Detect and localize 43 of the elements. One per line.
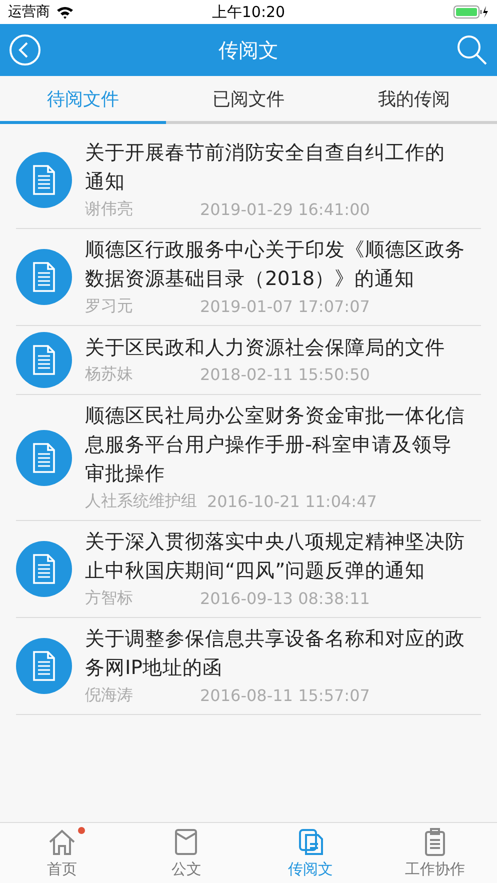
search-button[interactable] [455, 33, 489, 67]
document-title: 关于调整参保信息共享设备名称和对应的政 务网IP地址的函 [85, 626, 465, 681]
author-name: 倪海涛 [85, 684, 134, 706]
document-icon [16, 152, 72, 208]
battery-icon [453, 5, 489, 19]
document-icon [16, 638, 72, 694]
document-time: 2018-02-11 15:50:50 [200, 365, 370, 384]
document-row[interactable]: 关于调整参保信息共享设备名称和对应的政 务网IP地址的函 倪海涛 2016-08-11 15:57:07 [16, 618, 481, 715]
home-icon [47, 827, 78, 857]
document-time: 2016-08-11 15:57:07 [200, 686, 370, 704]
document-row[interactable]: 关于深入贯彻落实中央八项规定精神坚决防 止中秋国庆期间“四风”问题反弹的通知 方智标 2016-09-13 08:38:11 [16, 521, 481, 618]
author-name: 方智标 [85, 588, 134, 608]
document-row[interactable]: 关于区民政和人力资源社会保障局的文件 杨苏妹 2018-02-11 15:50:50 [16, 326, 481, 395]
document-row[interactable]: 顺德区行政服务中心关于印发《顺德区政务 数据资源基础目录（2018）》的通知 罗习元 2019-01-07 17:07:07 [16, 229, 481, 326]
wifi-icon [56, 6, 74, 18]
document-title: 关于区民政和人力资源社会保障局的文件 [85, 334, 445, 360]
author-name: 罗习元 [85, 296, 134, 316]
document-time: 2019-01-29 16:41:00 [200, 200, 370, 218]
document-row[interactable]: 关于开展春节前消防安全自查自纠工作的 通知 谢伟亮 2019-01-29 16:41:00 [16, 132, 481, 229]
document-title: 关于开展春节前消防安全自查自纠工作的 通知 [85, 140, 445, 195]
document-time: 2016-09-13 08:38:11 [200, 588, 370, 608]
document-icon [16, 430, 72, 486]
page-title: 传阅文 [218, 36, 278, 64]
back-button[interactable] [8, 33, 42, 67]
document-time: 2016-10-21 11:04:47 [207, 492, 377, 510]
tab[interactable]: 我的传阅 [331, 76, 497, 124]
nav-tab[interactable]: 公文 [124, 823, 248, 883]
document-title: 顺德区行政服务中心关于印发《顺德区政务 数据资源基础目录（2018）》的通知 [85, 237, 465, 292]
document-row[interactable]: 顺德区民社局办公室财务资金审批一体化信 息服务平台用户操作手册-科室申请及领导 审批操作 人社系统维护组 2016-10-21 11:04:47 [16, 395, 481, 521]
tab[interactable]: 已阅文件 [166, 76, 332, 124]
clock-time: 上午10:20 [212, 2, 286, 22]
document-title: 关于深入贯彻落实中央八项规定精神坚决防 止中秋国庆期间“四风”问题反弹的通知 [85, 529, 465, 584]
document-icon [16, 332, 72, 388]
document-icon [16, 541, 72, 597]
carrier-name: 运营商 [8, 3, 50, 21]
document-title: 顺德区民社局办公室财务资金审批一体化信 息服务平台用户操作手册-科室申请及领导 审批操作 [85, 403, 465, 487]
author-name: 杨苏妹 [85, 364, 134, 385]
author-name: 人社系统维护组 [85, 490, 197, 512]
document-icon [16, 249, 72, 305]
document-time: 2019-01-07 17:07:07 [200, 296, 370, 316]
nav-tab[interactable]: 首页 [0, 823, 124, 883]
author-name: 谢伟亮 [85, 198, 134, 220]
nav-tab[interactable]: 工作协作 [372, 823, 497, 883]
